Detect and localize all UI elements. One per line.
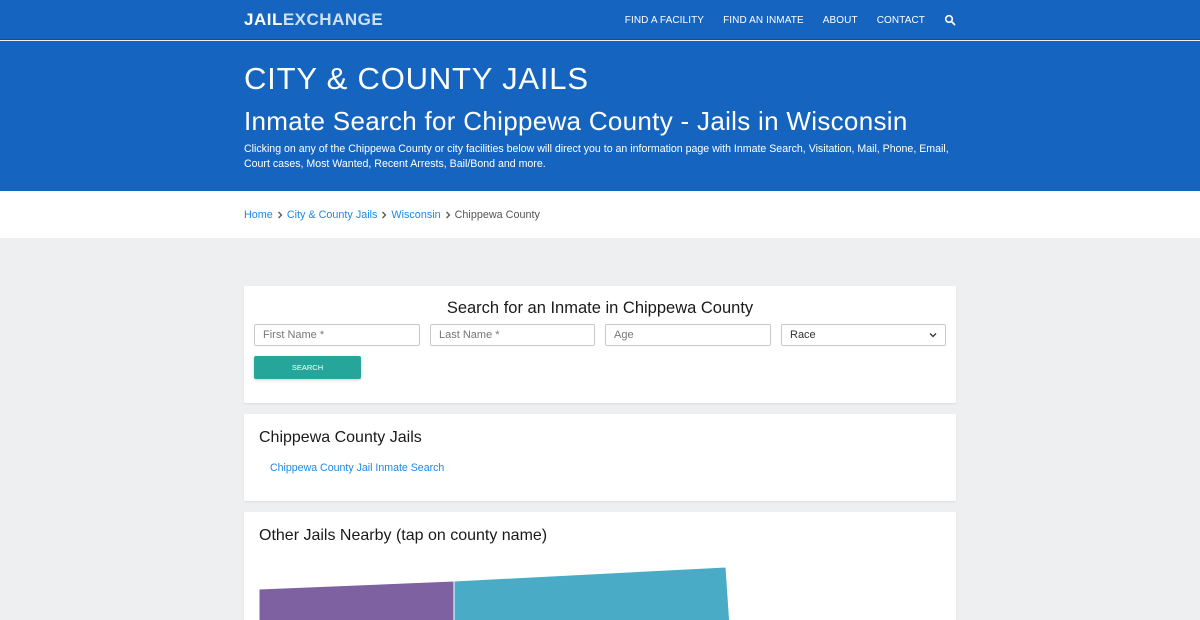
jail-link[interactable]: Chippewa County Jail Inmate Search — [270, 462, 444, 474]
race-select-value: Race — [790, 329, 816, 341]
hero-banner: CITY & COUNTY JAILS Inmate Search for Ch… — [0, 41, 1200, 191]
map-county-region-purple — [258, 580, 455, 620]
nav-find-facility[interactable]: FIND A FACILITY — [625, 15, 704, 26]
nav-find-inmate[interactable]: FIND AN INMATE — [723, 15, 804, 26]
chevron-right-icon — [377, 211, 391, 219]
county-jails-title: Chippewa County Jails — [259, 429, 422, 446]
logo-part-exchange: EXCHANGE — [282, 10, 384, 29]
search-button[interactable]: SEARCH — [254, 356, 361, 379]
logo-part-jail: JAIL — [244, 10, 283, 29]
page-subtitle: Inmate Search for Chippewa County - Jail… — [244, 106, 908, 136]
breadcrumb-current: Chippewa County — [454, 208, 540, 221]
search-card-title: Search for an Inmate in Chippewa County — [446, 299, 754, 317]
first-name-input[interactable] — [254, 324, 420, 346]
chevron-right-icon — [441, 211, 455, 219]
breadcrumb-home[interactable]: Home — [244, 209, 273, 221]
breadcrumb-city-county-jails[interactable]: City & County Jails — [287, 209, 378, 221]
age-input[interactable] — [605, 324, 771, 346]
nav-about[interactable]: ABOUT — [823, 15, 858, 26]
top-navbar: JAILEXCHANGE FIND A FACILITY FIND AN INM… — [0, 0, 1200, 40]
inmate-search-card: Search for an Inmate in Chippewa County … — [244, 286, 956, 403]
chevron-down-icon — [929, 331, 937, 339]
main-nav: FIND A FACILITY FIND AN INMATE ABOUT CON… — [606, 0, 956, 40]
nav-contact[interactable]: CONTACT — [877, 15, 925, 26]
chevron-right-icon — [273, 211, 287, 219]
race-select[interactable]: Race — [781, 324, 946, 346]
hero-description: Clicking on any of the Chippewa County o… — [244, 143, 949, 170]
search-icon[interactable] — [944, 14, 956, 26]
nearby-jails-card: Other Jails Nearby (tap on county name) — [244, 512, 956, 620]
map-county-region-teal — [453, 566, 731, 620]
nearby-jails-title: Other Jails Nearby (tap on county name) — [259, 527, 548, 544]
county-jails-card: Chippewa County Jails Chippewa County Ja… — [244, 414, 956, 501]
breadcrumb-wisconsin[interactable]: Wisconsin — [391, 209, 440, 221]
last-name-input[interactable] — [430, 324, 595, 346]
page-title: CITY & COUNTY JAILS — [244, 61, 589, 96]
site-logo[interactable]: JAILEXCHANGE — [244, 10, 383, 30]
breadcrumb: Home City & County Jails Wisconsin Chipp… — [0, 191, 1200, 238]
